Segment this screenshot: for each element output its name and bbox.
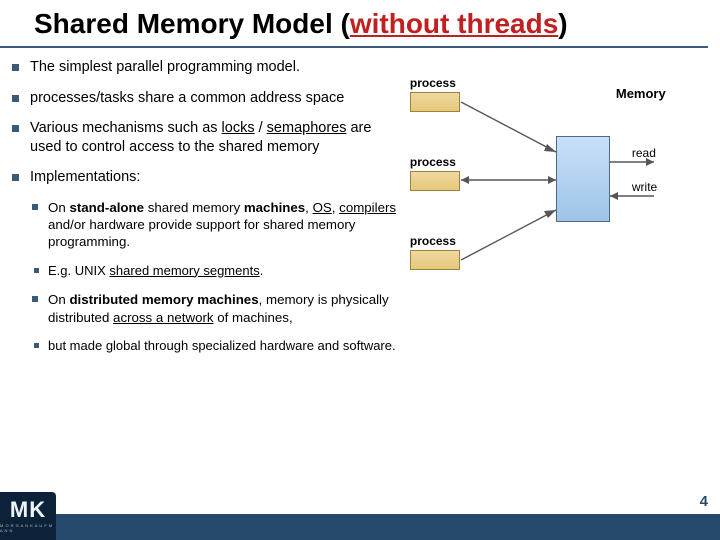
bullet-global-hw: but made global through specialized hard… (48, 338, 400, 355)
process-label-bot: process (410, 234, 456, 248)
process-box-bot (410, 250, 460, 270)
memory-label: Memory (616, 86, 666, 101)
slide-title: Shared Memory Model (without threads) (0, 8, 708, 48)
slide: Shared Memory Model (without threads) Th… (0, 0, 720, 540)
process-box-mid (410, 171, 460, 191)
shared-memory-diagram: Memory process process process read writ… (406, 64, 666, 294)
title-sub: without threads (350, 8, 558, 39)
bullet-distributed: On distributed memory machines, memory i… (48, 291, 400, 326)
bullet-unix-segments: E.g. UNIX shared memory segments. (48, 263, 400, 280)
publisher-logo: MK M O R G A N K A U F M A N N (0, 492, 56, 540)
page-number: 4 (700, 493, 708, 510)
process-label-mid: process (410, 155, 456, 169)
footer-bar (0, 514, 720, 540)
content-row: The simplest parallel programming model.… (0, 58, 720, 367)
title-main: Shared Memory Model ( (34, 8, 350, 39)
write-label: write (632, 180, 657, 194)
logo-main: MK (10, 499, 46, 521)
diagram-column: Memory process process process read writ… (400, 58, 712, 367)
logo-sub: M O R G A N K A U F M A N N (0, 523, 56, 533)
bullet-shared-space: processes/tasks share a common address s… (30, 89, 400, 108)
process-label-top: process (410, 76, 456, 90)
bullet-column: The simplest parallel programming model.… (8, 58, 400, 367)
bullet-standalone: On stand-alone shared memory machines, O… (48, 199, 400, 251)
memory-box (556, 136, 610, 222)
bullet-locks: Various mechanisms such as locks / semap… (30, 119, 400, 156)
bullet-simplest: The simplest parallel programming model. (30, 58, 400, 77)
bullet-implementations: Implementations: (30, 168, 400, 187)
process-box-top (410, 92, 460, 112)
title-close: ) (558, 8, 567, 39)
read-label: read (632, 146, 656, 160)
